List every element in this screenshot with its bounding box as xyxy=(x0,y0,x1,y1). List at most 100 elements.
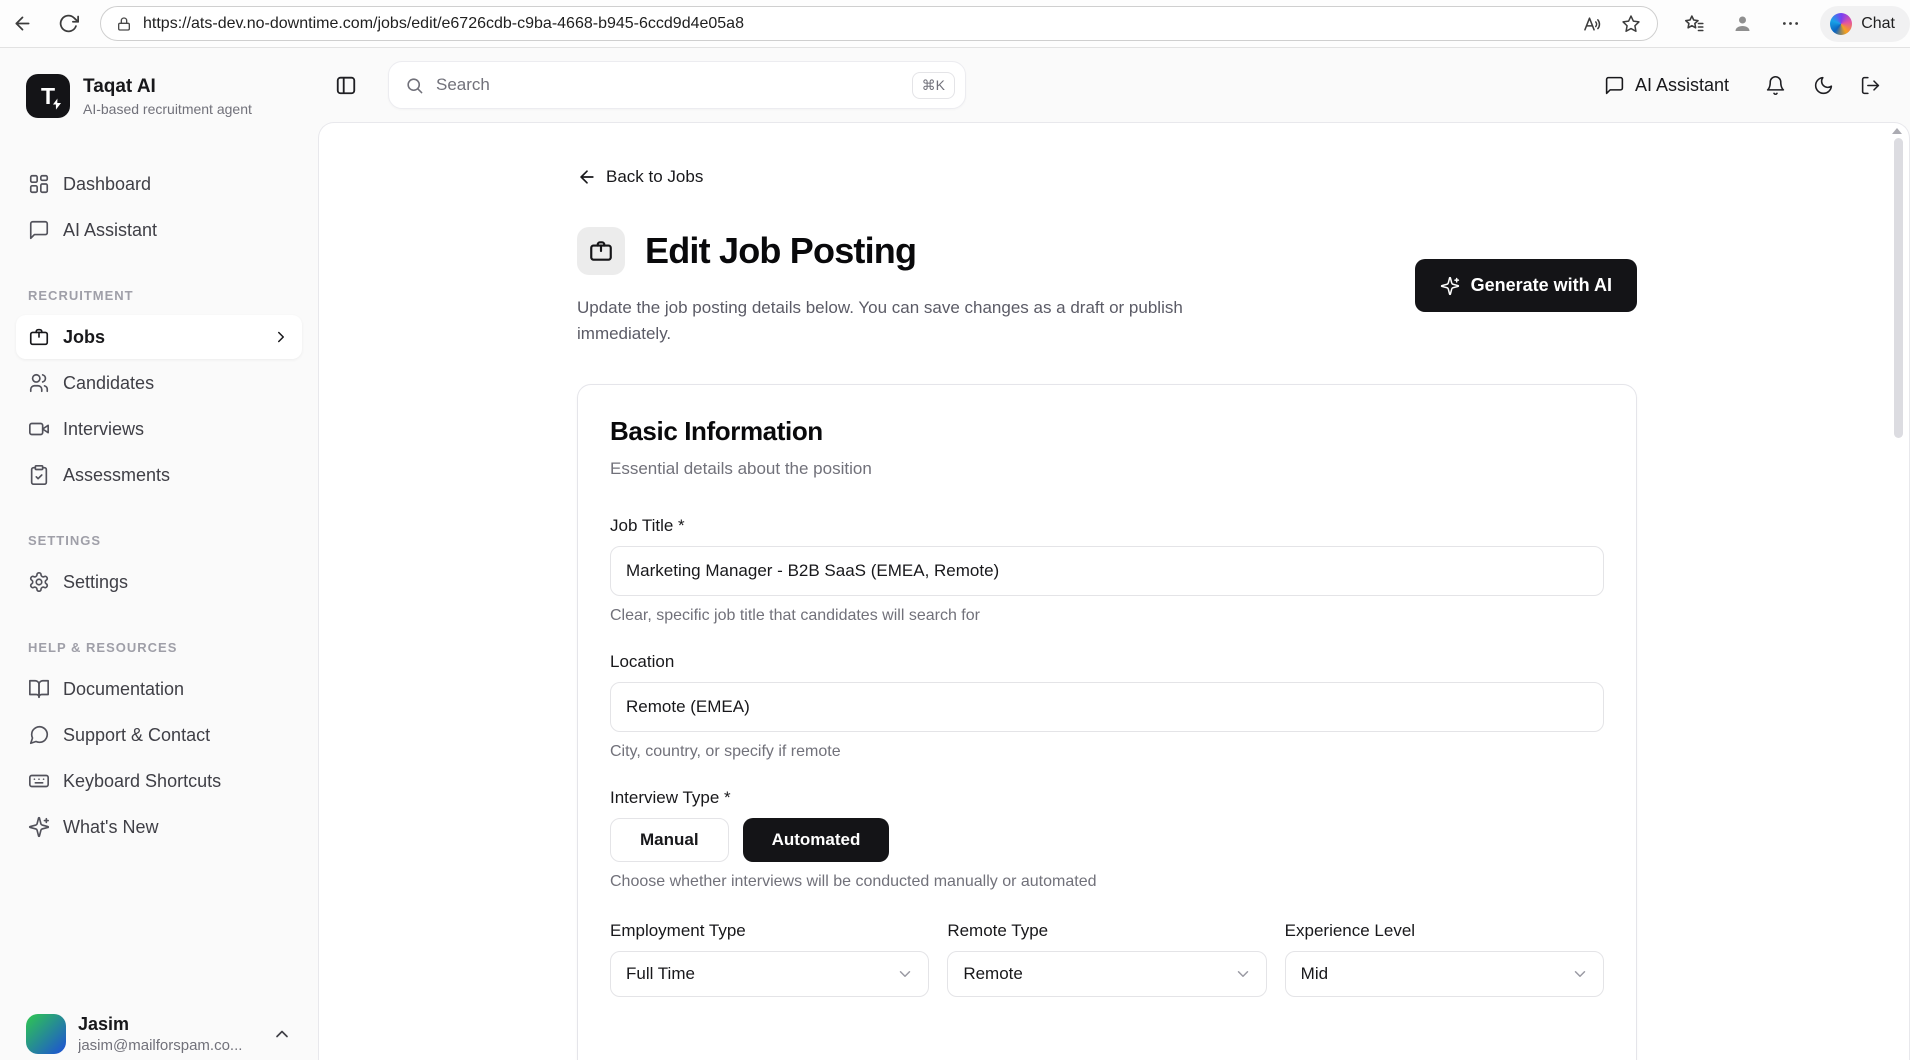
chat-bubble-icon xyxy=(1604,75,1625,96)
chat-bubble-icon xyxy=(28,219,50,241)
panel-left-icon xyxy=(335,74,357,96)
job-title-label: Job Title * xyxy=(610,516,1604,536)
topbar: ⌘K AI Assistant xyxy=(318,48,1910,122)
lock-icon[interactable] xyxy=(116,16,132,32)
location-input[interactable] xyxy=(610,682,1604,732)
page-content: Back to Jobs Edit Job Posting Update the… xyxy=(577,123,1637,1060)
browser-back-button[interactable] xyxy=(6,8,38,40)
sidebar-item-ai-assistant[interactable]: AI Assistant xyxy=(16,208,302,252)
sign-out-button[interactable] xyxy=(1860,75,1881,96)
scrollbar-thumb[interactable] xyxy=(1894,138,1903,438)
sidebar-item-jobs[interactable]: Jobs xyxy=(16,315,302,359)
copilot-chat-button[interactable]: Chat xyxy=(1820,6,1910,42)
sidebar: T Taqat AI AI-based recruitment agent Da… xyxy=(0,48,318,1060)
page-title: Edit Job Posting xyxy=(645,230,916,272)
gear-icon xyxy=(28,571,50,593)
location-group: Location City, country, or specify if re… xyxy=(610,652,1604,761)
keyboard-icon xyxy=(28,770,50,792)
interview-type-label: Interview Type * xyxy=(610,788,1604,808)
job-title-input[interactable] xyxy=(610,546,1604,596)
sidebar-toggle-button[interactable] xyxy=(328,67,364,103)
chevron-right-icon xyxy=(272,328,290,346)
ai-assistant-label: AI Assistant xyxy=(1635,75,1729,96)
section-title-help: HELP & RESOURCES xyxy=(16,640,302,655)
sidebar-item-dashboard[interactable]: Dashboard xyxy=(16,162,302,206)
back-to-jobs-link[interactable]: Back to Jobs xyxy=(577,123,703,187)
brand: T Taqat AI AI-based recruitment agent xyxy=(16,74,302,118)
chevron-down-icon xyxy=(1234,965,1252,983)
back-link-label: Back to Jobs xyxy=(606,167,703,187)
search-input[interactable] xyxy=(436,75,912,95)
app-frame: T Taqat AI AI-based recruitment agent Da… xyxy=(0,48,1910,1060)
browser-refresh-button[interactable] xyxy=(52,8,84,40)
interview-type-manual-button[interactable]: Manual xyxy=(610,818,729,862)
browser-menu-button[interactable] xyxy=(1774,8,1806,40)
log-out-icon xyxy=(1860,75,1881,96)
taqat-logo-icon: T xyxy=(26,74,70,118)
ai-assistant-button[interactable]: AI Assistant xyxy=(1604,75,1729,96)
section-title-settings: SETTINGS xyxy=(16,533,302,548)
dashboard-grid-icon xyxy=(28,173,50,195)
page-subtitle: Update the job posting details below. Yo… xyxy=(577,295,1277,346)
scrollbar-up-arrow-icon[interactable] xyxy=(1892,128,1902,134)
interview-type-automated-button[interactable]: Automated xyxy=(743,818,890,862)
chat-round-icon xyxy=(28,724,50,746)
sidebar-item-whats-new[interactable]: What's New xyxy=(16,805,302,849)
basic-information-card: Basic Information Essential details abou… xyxy=(577,384,1637,1060)
employment-type-value: Full Time xyxy=(626,964,695,984)
user-menu[interactable]: Jasim jasim@mailforspam.co... xyxy=(16,1006,302,1056)
sidebar-item-label: Settings xyxy=(63,572,128,593)
sidebar-item-label: Interviews xyxy=(63,419,144,440)
chevron-down-icon xyxy=(1571,965,1589,983)
chat-label: Chat xyxy=(1861,15,1895,33)
generate-with-ai-button[interactable]: Generate with AI xyxy=(1415,259,1637,312)
sidebar-item-label: Keyboard Shortcuts xyxy=(63,771,221,792)
dark-mode-button[interactable] xyxy=(1813,75,1834,96)
location-label: Location xyxy=(610,652,1604,672)
sidebar-item-settings[interactable]: Settings xyxy=(16,560,302,604)
bolt-icon xyxy=(51,97,63,111)
employment-type-select[interactable]: Full Time xyxy=(610,951,929,997)
job-title-group: Job Title * Clear, specific job title th… xyxy=(610,516,1604,625)
section-title-recruitment: RECRUITMENT xyxy=(16,288,302,303)
read-aloud-icon[interactable] xyxy=(1582,14,1602,34)
profile-avatar-icon xyxy=(1732,13,1753,34)
address-bar[interactable]: https://ats-dev.no-downtime.com/jobs/edi… xyxy=(100,6,1658,41)
sidebar-item-label: AI Assistant xyxy=(63,220,157,241)
moon-icon xyxy=(1813,75,1834,96)
sidebar-item-candidates[interactable]: Candidates xyxy=(16,361,302,405)
sidebar-item-label: Jobs xyxy=(63,327,105,348)
remote-type-value: Remote xyxy=(963,964,1023,984)
chevron-down-icon xyxy=(896,965,914,983)
sidebar-item-interviews[interactable]: Interviews xyxy=(16,407,302,451)
sidebar-item-label: Dashboard xyxy=(63,174,151,195)
favorite-star-icon[interactable] xyxy=(1621,14,1641,34)
bell-icon xyxy=(1765,75,1786,96)
arrow-left-icon xyxy=(12,13,33,34)
book-open-icon xyxy=(28,678,50,700)
card-title: Basic Information xyxy=(610,416,1604,447)
interview-type-group: Interview Type * Manual Automated Choose… xyxy=(610,788,1604,891)
favorites-bar-button[interactable] xyxy=(1678,8,1710,40)
refresh-icon xyxy=(58,13,79,34)
search-box[interactable]: ⌘K xyxy=(388,61,966,109)
briefcase-icon xyxy=(588,238,614,264)
browser-profile-button[interactable] xyxy=(1726,8,1758,40)
notifications-button[interactable] xyxy=(1765,75,1786,96)
remote-type-select[interactable]: Remote xyxy=(947,951,1266,997)
remote-type-label: Remote Type xyxy=(947,921,1266,941)
sidebar-item-support[interactable]: Support & Contact xyxy=(16,713,302,757)
experience-level-label: Experience Level xyxy=(1285,921,1604,941)
sidebar-item-assessments[interactable]: Assessments xyxy=(16,453,302,497)
select-row: Employment Type Full Time Remote Type Re… xyxy=(610,921,1604,997)
generate-button-label: Generate with AI xyxy=(1471,275,1612,296)
sidebar-item-keyboard-shortcuts[interactable]: Keyboard Shortcuts xyxy=(16,759,302,803)
experience-level-select[interactable]: Mid xyxy=(1285,951,1604,997)
sidebar-item-documentation[interactable]: Documentation xyxy=(16,667,302,711)
sidebar-item-label: What's New xyxy=(63,817,158,838)
briefcase-icon xyxy=(28,326,50,348)
favorites-list-icon xyxy=(1684,13,1705,34)
search-shortcut-badge: ⌘K xyxy=(912,72,955,99)
sparkles-icon xyxy=(1440,276,1460,296)
sparkle-icon xyxy=(28,816,50,838)
